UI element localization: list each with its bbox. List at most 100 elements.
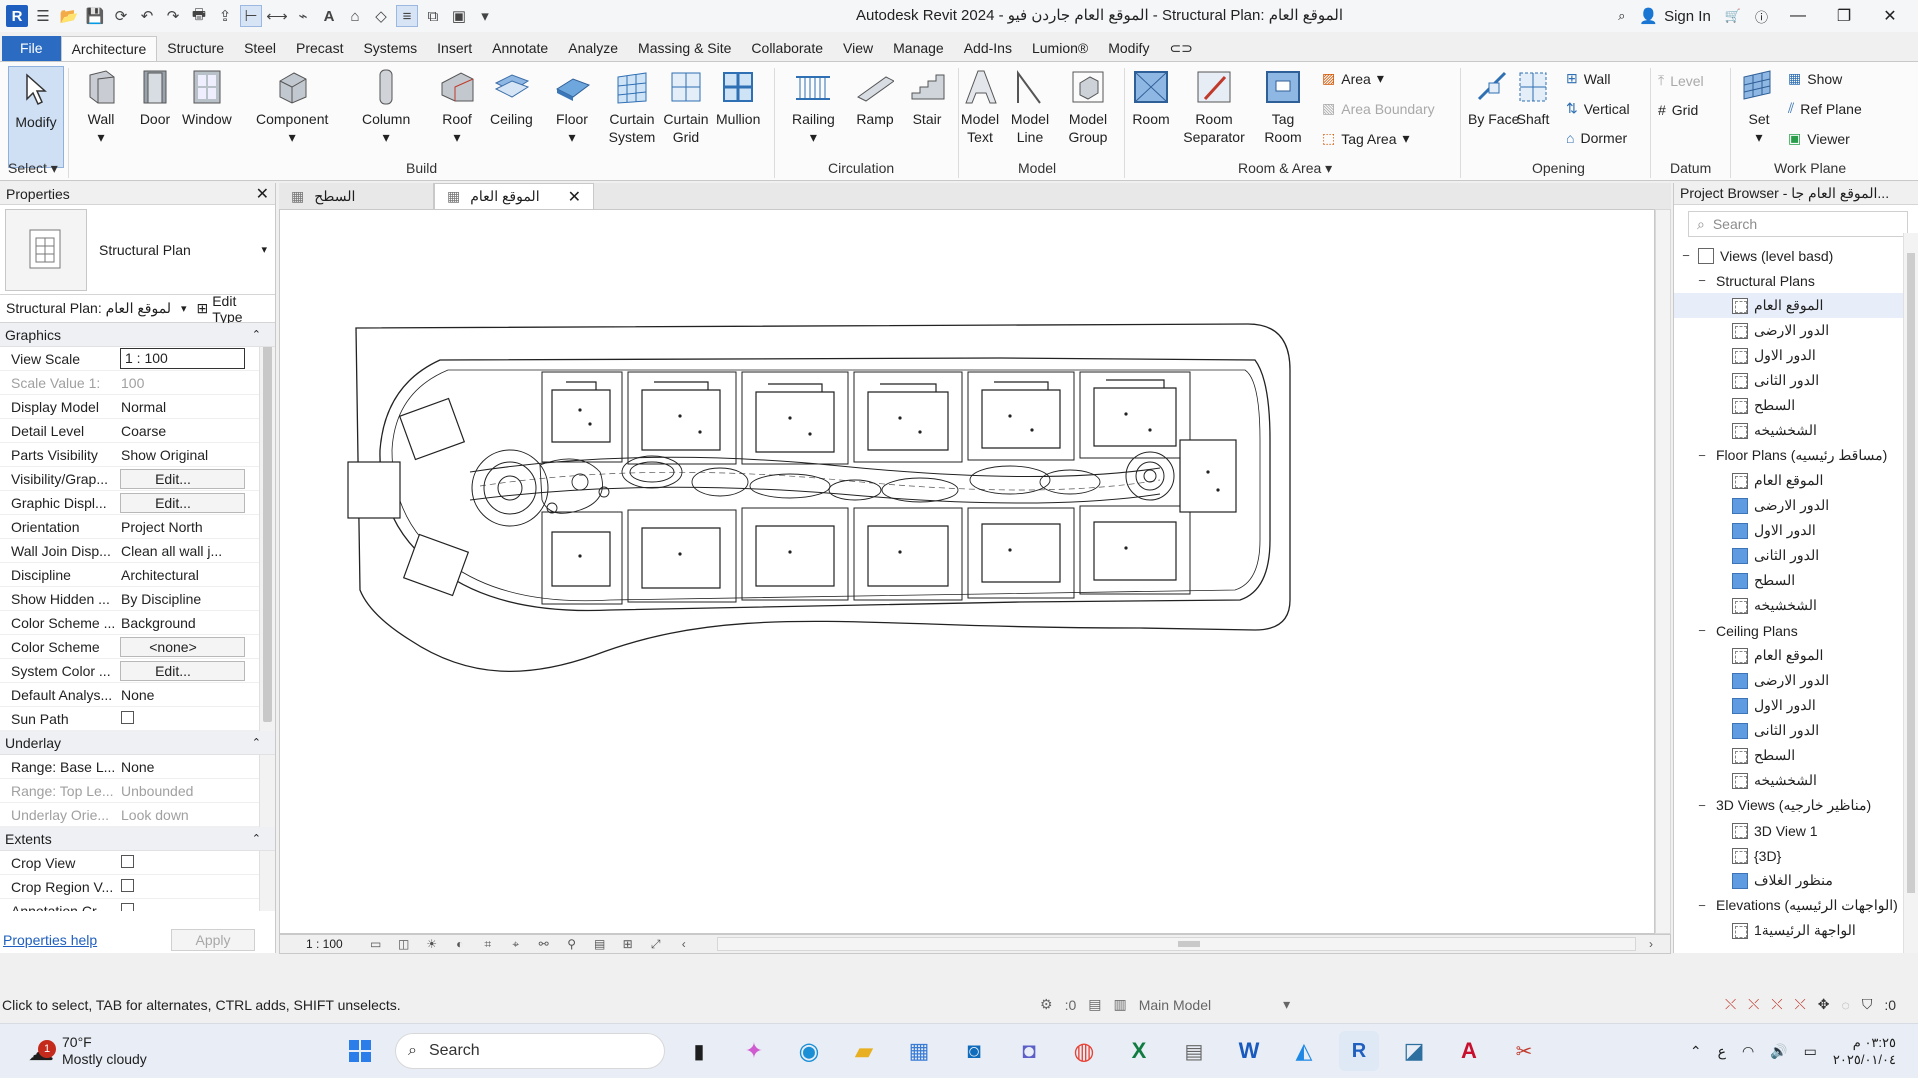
property-value[interactable]: Clean all wall j... (120, 543, 275, 559)
property-checkbox-cell[interactable] (120, 902, 275, 911)
weather-widget[interactable]: ☁ 1 70°F Mostly cloudy (0, 1034, 340, 1068)
property-checkbox-cell[interactable] (120, 878, 275, 895)
snipping-tool-icon[interactable]: ✂ (1504, 1031, 1544, 1071)
help-icon[interactable]: ⓘ (1755, 7, 1768, 26)
wall-button[interactable]: Wall ▾ (82, 68, 120, 146)
property-edit-button[interactable]: Edit... (120, 492, 245, 513)
task-view-icon[interactable]: ▮ (679, 1031, 719, 1071)
crop-view-icon[interactable]: ⌗ (479, 937, 497, 951)
browser-node[interactable]: الدور الثانى (1674, 718, 1918, 743)
show-crop-region-icon[interactable]: ⌖ (507, 937, 525, 951)
switch-windows-icon[interactable]: ▣ (448, 5, 470, 27)
browser-search-input[interactable]: ⌕ Search (1688, 211, 1908, 237)
stair-button[interactable]: Stair (908, 68, 946, 128)
browser-scrollbar[interactable] (1903, 233, 1918, 953)
model-text-button[interactable]: Model Text (958, 68, 1002, 146)
property-checkbox-cell[interactable] (120, 710, 275, 727)
property-group-extents[interactable]: Extents ⌃ (0, 827, 275, 851)
property-group-graphics[interactable]: Graphics ⌃ (0, 323, 275, 347)
viewer-button[interactable]: ▣ Viewer (1788, 130, 1850, 147)
property-edit-button[interactable]: Edit... (120, 468, 245, 489)
collapse-icon[interactable]: ⌃ (252, 323, 261, 347)
input-language[interactable]: ع (1718, 1043, 1726, 1060)
photos-icon[interactable]: ◭ (1284, 1031, 1324, 1071)
clock[interactable]: ٠٣:٢٥ م ٢٠٢٥/٠١/٠٤ (1833, 1034, 1896, 1068)
save-icon[interactable]: 💾 (84, 5, 106, 27)
word-icon[interactable]: W (1229, 1031, 1269, 1071)
start-button[interactable] (340, 1031, 380, 1071)
curtain-grid-button[interactable]: Curtain Grid (662, 68, 710, 146)
properties-help-link[interactable]: Properties help (3, 932, 97, 948)
checkbox[interactable] (121, 854, 134, 868)
minimize-icon[interactable]: — (1782, 7, 1814, 25)
calculator-icon[interactable]: ▤ (1174, 1031, 1214, 1071)
browser-node[interactable]: الشخشيخه (1674, 593, 1918, 618)
property-value[interactable]: Show Original (120, 447, 275, 463)
ribbon-tab-insert[interactable]: Insert (427, 36, 482, 61)
browser-node[interactable]: الدور الاول (1674, 693, 1918, 718)
scroll-thumb[interactable] (1907, 253, 1915, 893)
ribbon-tab-add-ins[interactable]: Add-Ins (954, 36, 1022, 61)
area-button[interactable]: ▨ Area ▾ (1322, 70, 1384, 87)
ribbon-tab-annotate[interactable]: Annotate (482, 36, 558, 61)
canvas-horizontal-scrollbar[interactable] (716, 937, 1636, 951)
scroll-right-icon[interactable]: › (1642, 937, 1660, 951)
cart-icon[interactable]: 🛒 (1725, 8, 1741, 24)
binoculars-icon[interactable]: ⌕ (1618, 8, 1625, 24)
property-value[interactable]: Normal (120, 399, 275, 415)
print-icon[interactable]: 🖶 (188, 5, 210, 27)
ribbon-tab-precast[interactable]: Precast (286, 36, 353, 61)
ribbon-tab-file[interactable]: File (2, 36, 61, 61)
property-value[interactable]: Coarse (120, 423, 275, 439)
room-separator-button[interactable]: Room Separator (1180, 68, 1248, 146)
browser-node[interactable]: الموقع العام (1674, 468, 1918, 493)
collapse-icon[interactable]: ⌃ (252, 827, 261, 851)
window-button[interactable]: Window (182, 68, 232, 128)
collapse-icon[interactable]: − (1696, 898, 1708, 913)
collapse-icon[interactable]: − (1696, 273, 1708, 288)
contextual-tab-toggle-icon[interactable]: ⊂⊃ (1159, 36, 1202, 61)
dormer-button[interactable]: ⌂ Dormer (1566, 130, 1627, 146)
component-button[interactable]: Component ▾ (256, 68, 328, 146)
teams-icon[interactable]: ◘ (1009, 1031, 1049, 1071)
select-panel-label[interactable]: Select ▾ (8, 160, 58, 177)
property-edit-button[interactable]: Edit... (120, 660, 245, 681)
type-selector[interactable]: Structural Plan ▾ (0, 205, 275, 295)
close-properties-icon[interactable]: ✕ (256, 184, 269, 204)
wall-opening-button[interactable]: ⊞ Wall (1566, 70, 1610, 87)
edge-icon[interactable]: ◉ (789, 1031, 829, 1071)
excel-icon[interactable]: X (1119, 1031, 1159, 1071)
property-value[interactable]: 1 : 100 (120, 348, 245, 369)
ribbon-tab-massing-site[interactable]: Massing & Site (628, 36, 741, 61)
collapse-icon[interactable]: − (1696, 798, 1708, 813)
sync-icon[interactable]: ⟳ (110, 5, 132, 27)
select-pinned-icon[interactable]: ⤬ (1771, 996, 1782, 1013)
drag-elements-icon[interactable]: ✥ (1818, 996, 1830, 1013)
revit-taskbar-icon[interactable]: R (1339, 1031, 1379, 1071)
instance-selector[interactable]: Structural Plan: الموقع العام (6, 300, 171, 317)
railing-button[interactable]: Railing ▾ (792, 68, 835, 146)
close-hidden-icon[interactable]: ⧉ (422, 5, 444, 27)
temporary-hide-icon[interactable]: ⚲ (563, 937, 581, 951)
view-tab[interactable]: ▦ الموقع العام ✕ (434, 183, 594, 209)
editable-only-icon[interactable]: ▥ (1113, 996, 1126, 1013)
ribbon-tab-collaborate[interactable]: Collaborate (741, 36, 833, 61)
wifi-icon[interactable]: ◠ (1742, 1043, 1754, 1060)
background-process-icon[interactable]: ◌ (1841, 997, 1849, 1013)
area-boundary-button[interactable]: ▧ Area Boundary (1322, 100, 1435, 117)
property-value[interactable]: None (120, 759, 275, 775)
property-edit-button[interactable]: <none> (120, 636, 245, 657)
filter-icon[interactable]: ⛉ (1862, 996, 1873, 1013)
property-value[interactable]: None (120, 687, 275, 703)
browser-node[interactable]: الدور الارضى (1674, 318, 1918, 343)
by-face-button[interactable]: By Face (1468, 68, 1519, 128)
floor-button[interactable]: Floor ▾ (553, 68, 591, 146)
taskbar-search[interactable]: ⌕ Search (395, 1033, 665, 1069)
curtain-system-button[interactable]: Curtain System (608, 68, 656, 146)
model-group-button[interactable]: Model Group (1064, 68, 1112, 146)
browser-node[interactable]: السطح (1674, 393, 1918, 418)
browser-node[interactable]: 3D View 1 (1674, 818, 1918, 843)
ribbon-tab-architecture[interactable]: Architecture (60, 36, 158, 61)
detail-level-icon[interactable]: ▭ (367, 937, 385, 951)
shaft-button[interactable]: Shaft (1514, 68, 1552, 128)
